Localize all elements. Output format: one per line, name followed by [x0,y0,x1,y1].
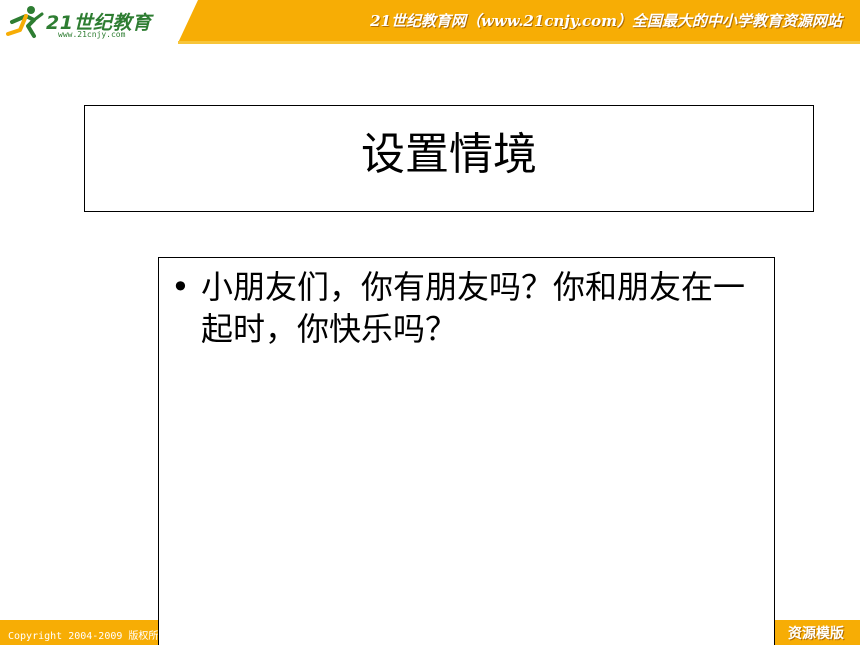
bullet-list: • 小朋友们，你有朋友吗？你和朋友在一起时，你快乐吗？ [169,266,756,350]
footer-right-text: 资源模版 [788,626,844,642]
runner-logo-icon [6,6,44,38]
footer-copyright: Copyright 2004-2009 版权所 [8,631,159,642]
bullet-item: • 小朋友们，你有朋友吗？你和朋友在一起时，你快乐吗？ [169,266,756,350]
bullet-text: 小朋友们，你有朋友吗？你和朋友在一起时，你快乐吗？ [201,268,746,348]
bullet-icon: • [171,268,190,306]
slide-title-box: 设置情境 [84,105,814,212]
header-band: 21世纪教育 www.21cnjy.com 21世纪教育网（www.21cnjy… [0,0,860,44]
slide-content-box: • 小朋友们，你有朋友吗？你和朋友在一起时，你快乐吗？ [158,257,775,645]
logo-url: www.21cnjy.com [58,30,126,39]
header-underline [178,41,860,44]
header-tagline[interactable]: 21世纪教育网（www.21cnjy.com）全国最大的中小学教育资源网站 [370,10,842,31]
slide-title: 设置情境 [361,129,537,180]
